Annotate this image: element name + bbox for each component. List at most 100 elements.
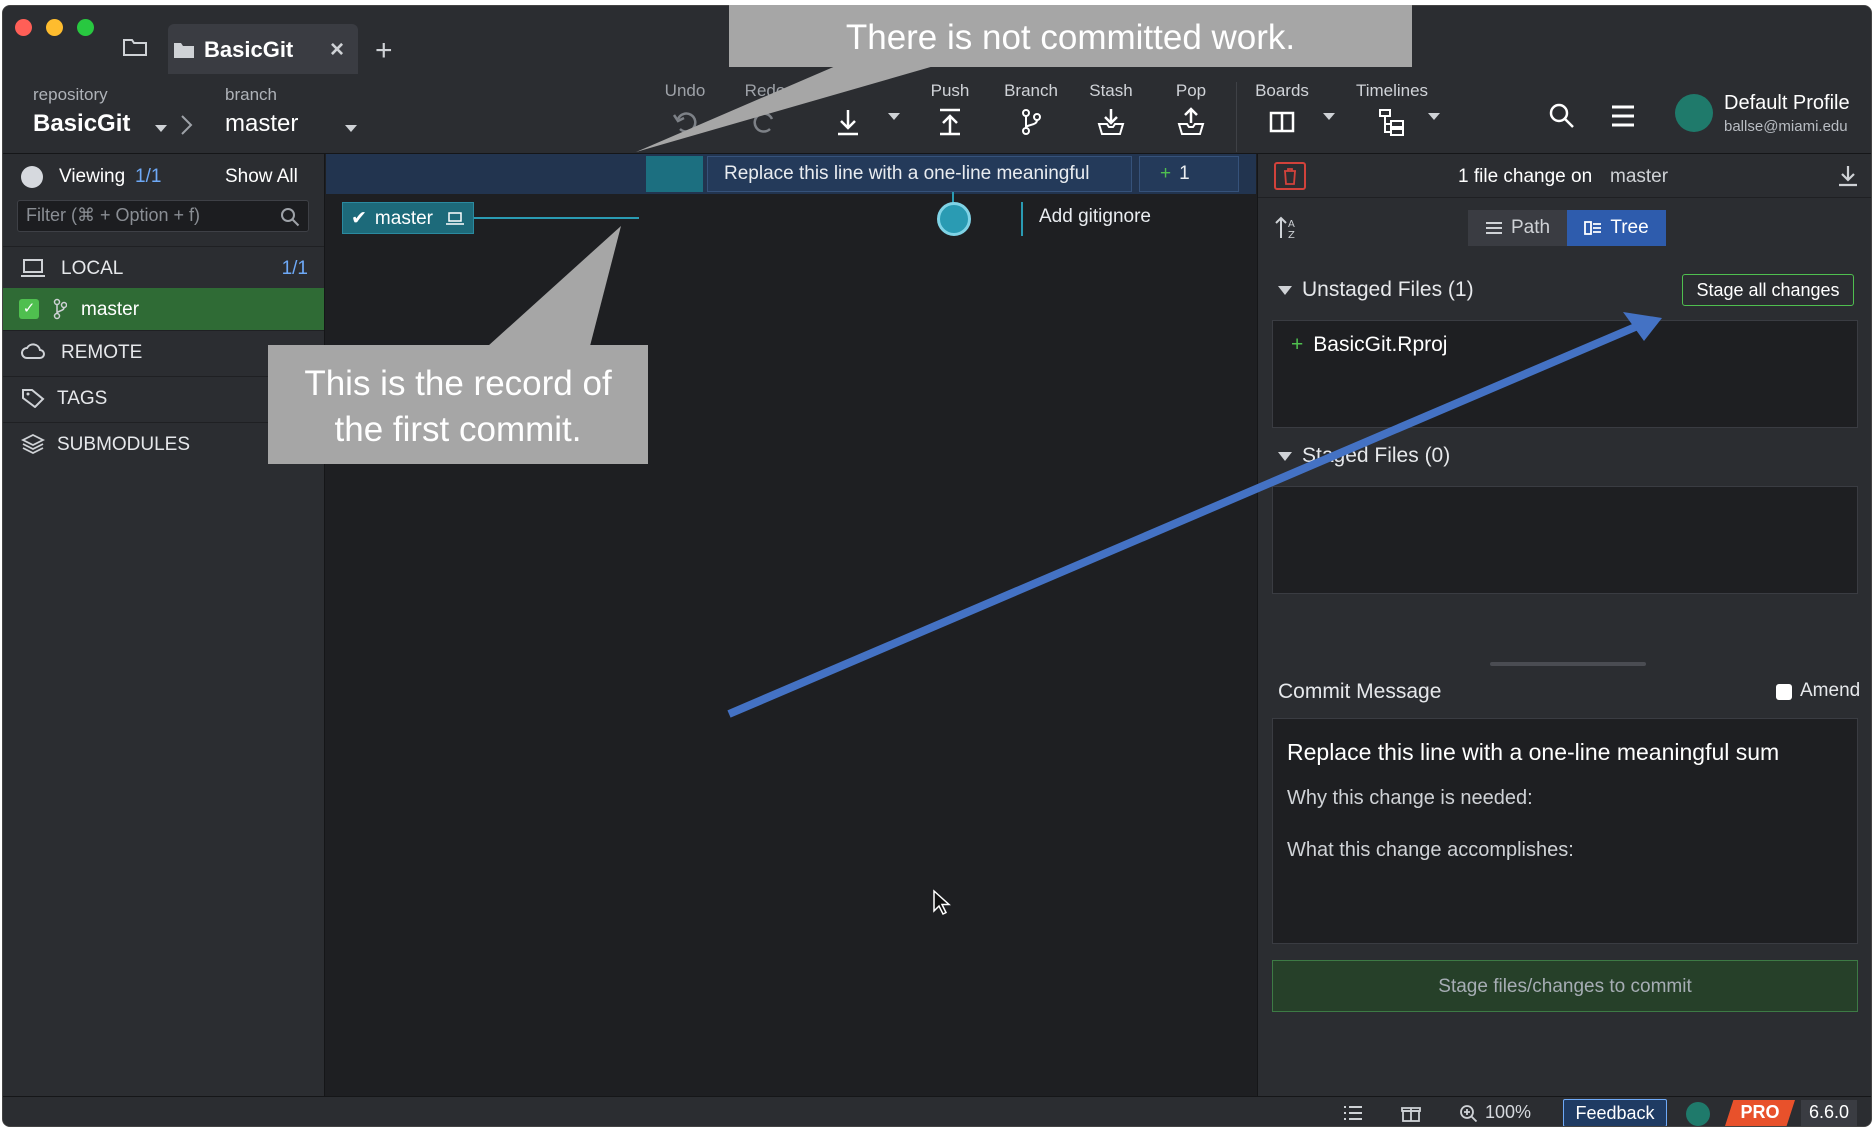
unstaged-file-item[interactable]: + BasicGit.Rproj — [1291, 333, 1447, 357]
stash-button[interactable]: Stash — [1076, 74, 1146, 144]
commit-body-line[interactable]: Why this change is needed: — [1287, 787, 1533, 810]
close-window-button[interactable] — [15, 19, 32, 36]
repo-tab[interactable]: BasicGit × — [168, 24, 358, 76]
pop-button[interactable]: Pop — [1156, 74, 1226, 144]
commit-message-editor[interactable]: Replace this line with a one-line meanin… — [1272, 718, 1858, 944]
collapse-sidebar-icon[interactable] — [21, 166, 43, 188]
maximize-window-button[interactable] — [77, 19, 94, 36]
new-tab-button[interactable]: + — [375, 34, 393, 68]
discard-changes-button[interactable] — [1274, 162, 1306, 190]
timelines-button[interactable]: Timelines — [1350, 74, 1434, 144]
sidebar-section-local[interactable]: LOCAL 1/1 — [3, 246, 324, 288]
timelines-dropdown-icon[interactable] — [1428, 113, 1440, 120]
svg-text:Z: Z — [1288, 230, 1295, 240]
search-icon[interactable] — [1548, 102, 1576, 130]
list-view-icon[interactable] — [1343, 1104, 1363, 1122]
branch-icon — [53, 298, 67, 320]
status-bar: 100% Feedback PRO 6.6.0 — [3, 1096, 1871, 1126]
amend-checkbox[interactable] — [1776, 684, 1792, 700]
tags-label: TAGS — [57, 388, 108, 409]
boards-button[interactable]: Boards — [1247, 74, 1317, 144]
view-path-button[interactable]: Path — [1468, 210, 1567, 246]
undo-label: Undo — [664, 81, 706, 100]
staged-files-list — [1272, 486, 1858, 594]
commit-message[interactable]: Add gitignore — [1039, 206, 1151, 228]
redo-button[interactable]: Redo — [730, 74, 800, 144]
pull-icon — [838, 110, 858, 136]
open-repo-folder-icon[interactable] — [123, 38, 147, 56]
viewing-count: 1/1 — [135, 166, 162, 187]
checkout-check-icon: ✓ — [19, 299, 39, 319]
gitkraken-logo-icon — [1686, 1102, 1710, 1126]
boards-label: Boards — [1255, 81, 1309, 100]
local-count: 1/1 — [281, 258, 308, 279]
branch-tag-master[interactable]: ✔ master — [342, 202, 474, 234]
layers-icon — [21, 434, 45, 454]
pro-badge[interactable]: PRO — [1725, 1100, 1795, 1126]
plus-icon: + — [1160, 163, 1172, 184]
branch-dropdown-icon[interactable] — [345, 125, 357, 132]
callout-first-commit: This is the record of the first commit. — [268, 345, 648, 464]
push-button[interactable]: Push — [915, 74, 985, 144]
profile-avatar[interactable] — [1675, 94, 1713, 132]
view-path-label: Path — [1510, 217, 1551, 238]
redo-icon — [753, 112, 774, 133]
cloud-icon — [21, 343, 45, 359]
staged-files-header[interactable]: Staged Files (0) — [1278, 444, 1450, 468]
resize-handle[interactable] — [1490, 662, 1646, 666]
undo-button[interactable]: Undo — [650, 74, 720, 144]
sidebar-item-master[interactable]: ✓ master — [3, 288, 324, 330]
pop-label: Pop — [1175, 81, 1207, 100]
sort-icon[interactable]: AZ — [1274, 214, 1300, 240]
stage-files-to-commit-button[interactable]: Stage files/changes to commit — [1272, 960, 1858, 1012]
submodules-label: SUBMODULES — [57, 434, 191, 455]
wip-summary[interactable]: Replace this line with a one-line meanin… — [707, 156, 1132, 192]
download-icon[interactable] — [1837, 164, 1859, 188]
push-label: Push — [930, 81, 970, 100]
boards-dropdown-icon[interactable] — [1323, 113, 1335, 120]
wip-count-value: 1 — [1179, 163, 1190, 184]
local-label: LOCAL — [61, 258, 124, 279]
trash-icon — [1284, 168, 1296, 185]
version-label: 6.6.0 — [1801, 1100, 1857, 1126]
zoom-level[interactable]: 100% — [1485, 1102, 1531, 1123]
boards-icon — [1269, 111, 1295, 133]
amend-label: Amend — [1800, 680, 1861, 701]
branch-icon — [1022, 109, 1041, 135]
repository-selector[interactable]: BasicGit — [33, 110, 130, 138]
unstaged-files-header[interactable]: Unstaged Files (1) — [1278, 278, 1474, 302]
branch-button[interactable]: Branch — [996, 74, 1066, 144]
timelines-icon — [1379, 109, 1404, 136]
zoom-icon[interactable] — [1459, 1104, 1479, 1122]
stage-all-changes-button[interactable]: Stage all changes — [1682, 274, 1854, 306]
laptop-icon — [21, 259, 45, 277]
commit-summary-input[interactable]: Replace this line with a one-line meanin… — [1287, 739, 1847, 766]
menu-icon[interactable] — [1610, 104, 1636, 128]
commit-node-avatar[interactable] — [937, 202, 971, 236]
unstaged-files-list: + BasicGit.Rproj — [1272, 320, 1858, 428]
unstaged-file-name: BasicGit.Rproj — [1313, 333, 1448, 356]
branch-tag-label: master — [374, 208, 433, 229]
close-tab-icon[interactable]: × — [330, 36, 344, 64]
feedback-button[interactable]: Feedback — [1563, 1099, 1667, 1126]
folder-icon — [174, 43, 194, 58]
profile-name[interactable]: Default Profile — [1724, 92, 1850, 115]
commit-body-line[interactable]: What this change accomplishes: — [1287, 839, 1574, 862]
view-tree-button[interactable]: Tree — [1567, 210, 1666, 246]
filter-input[interactable]: Filter (⌘ + Option + f) — [17, 200, 309, 232]
collapse-triangle-icon — [1278, 285, 1292, 295]
minimize-window-button[interactable] — [46, 19, 63, 36]
pull-button[interactable] — [813, 74, 883, 144]
repository-dropdown-icon[interactable] — [155, 125, 167, 132]
viewing-label: Viewing — [59, 166, 126, 187]
gift-icon[interactable] — [1401, 1104, 1421, 1122]
main-toolbar: repository BasicGit branch master Undo R… — [3, 74, 1871, 154]
header-branch-name: master — [1610, 166, 1669, 187]
branch-button-label: Branch — [1004, 81, 1058, 100]
show-all-link[interactable]: Show All — [225, 166, 298, 188]
toolbar-divider — [1236, 82, 1237, 152]
pull-dropdown-icon[interactable] — [888, 113, 900, 120]
pop-icon — [1177, 107, 1205, 135]
timelines-label: Timelines — [1355, 81, 1429, 100]
branch-selector[interactable]: master — [225, 110, 298, 138]
